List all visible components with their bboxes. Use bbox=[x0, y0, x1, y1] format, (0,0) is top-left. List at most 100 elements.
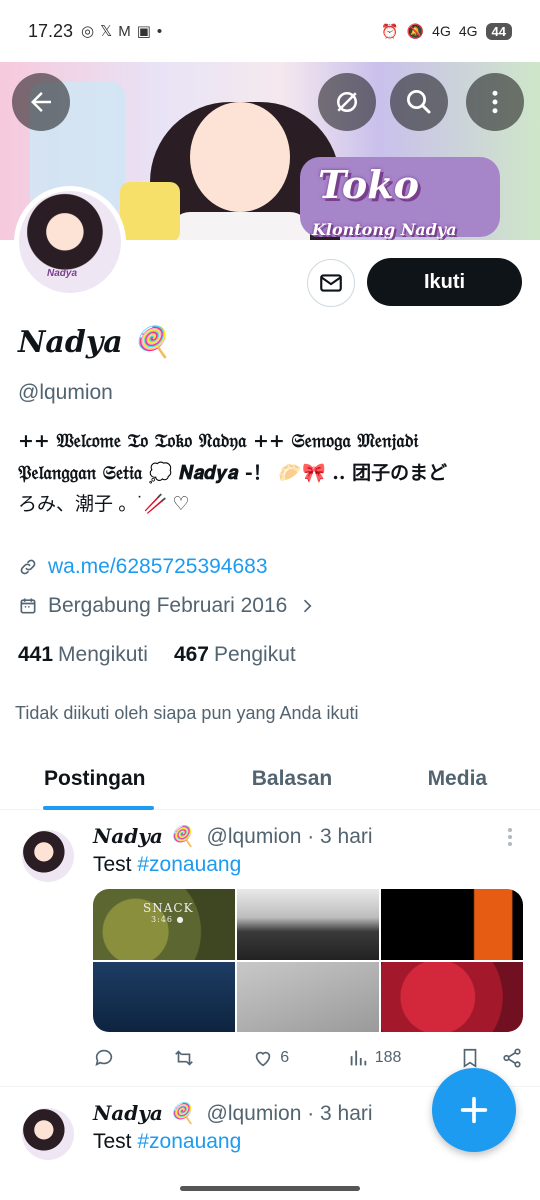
post-2-time: · 3 hari bbox=[307, 1102, 373, 1125]
calendar-icon bbox=[20, 598, 36, 614]
media-kiwi-image[interactable]: SNACK 3:46 ● bbox=[93, 889, 235, 960]
like-count: 6 bbox=[280, 1049, 290, 1066]
tab-replies[interactable]: Balasan bbox=[209, 748, 374, 809]
profile-name: Nadya 🍭 bbox=[18, 325, 171, 360]
post-1-actions: 6 188 bbox=[93, 1047, 523, 1069]
banner-subtitle: Klontong Nadya bbox=[312, 220, 457, 239]
profile-link-row: wa.me/6285725394683 bbox=[18, 555, 268, 579]
views-button[interactable]: 188 bbox=[347, 1047, 402, 1069]
followers-count: 467 bbox=[173, 643, 209, 666]
following-count: 441 bbox=[18, 643, 54, 666]
post-2-handle: @lqumion bbox=[206, 1102, 302, 1125]
battery-indicator: 44 bbox=[485, 22, 512, 40]
status-bar: 17.23 ◎ 𝕏 M ▣ • ⏰ 🔕 4G 4G 44 bbox=[0, 0, 540, 62]
message-button[interactable] bbox=[307, 259, 355, 307]
search-button[interactable] bbox=[390, 73, 448, 131]
avatar-tag: Nadya bbox=[47, 268, 78, 279]
post-2-body: Test bbox=[93, 1130, 132, 1153]
post-1-text: Test #zonauang bbox=[93, 853, 241, 877]
banner-face-illustration bbox=[190, 102, 290, 212]
tab-media-label: Media bbox=[427, 766, 488, 790]
reply-icon bbox=[95, 1049, 113, 1066]
search-icon bbox=[407, 90, 431, 114]
bookmark-icon[interactable] bbox=[459, 1047, 481, 1069]
media-dark-image[interactable] bbox=[381, 889, 523, 960]
joined-date: Bergabung Februari 2016 bbox=[48, 594, 288, 617]
whatsapp-icon: ◎ bbox=[81, 23, 95, 40]
tab-posts-label: Postingan bbox=[44, 766, 146, 790]
more-options-button[interactable] bbox=[466, 73, 524, 131]
profile-bio: ++ 𝔚𝔢𝔩𝔠𝔬𝔪𝔢 𝔗𝔬 𝔗𝔬𝔨𝔬 𝔑𝔞𝔡𝔶𝔞 ++ 𝔖𝔢𝔪𝔬𝔤𝔞 𝔐𝔢𝔫𝔧𝔞… bbox=[18, 425, 523, 521]
follow-button[interactable]: Ikuti bbox=[367, 258, 522, 306]
post-1-handle: @lqumion bbox=[206, 825, 302, 848]
post-1-more-button[interactable] bbox=[508, 828, 514, 849]
envelope-icon bbox=[320, 274, 342, 292]
alarm-icon: ⏰ bbox=[381, 22, 399, 39]
like-button[interactable]: 6 bbox=[252, 1047, 289, 1069]
followers-stat[interactable]: 467 Pengikut bbox=[174, 643, 296, 667]
post-2-header: Nadya 🍭 @lqumion · 3 hari bbox=[93, 1101, 373, 1126]
media-raspberry-image[interactable] bbox=[381, 961, 523, 1032]
follow-stats: 441 Mengikuti 467 Pengikut bbox=[18, 643, 296, 667]
post-2-avatar[interactable] bbox=[22, 1108, 74, 1160]
more-icon bbox=[492, 90, 498, 114]
banner-jar-illustration bbox=[120, 182, 180, 240]
not-followed-note: Tidak diikuti oleh siapa pun yang Anda i… bbox=[15, 703, 359, 723]
signal-1-label: 4G bbox=[432, 23, 451, 39]
bookmark-share-group bbox=[459, 1047, 523, 1069]
retweet-button[interactable] bbox=[173, 1047, 195, 1069]
status-time: 17.23 bbox=[28, 20, 74, 41]
media-overlay-title: SNACK bbox=[143, 901, 194, 915]
link-icon bbox=[20, 559, 36, 575]
home-indicator[interactable] bbox=[180, 1186, 360, 1191]
tab-media[interactable]: Media bbox=[375, 748, 540, 809]
view-count: 188 bbox=[374, 1049, 402, 1066]
plus-icon bbox=[460, 1096, 488, 1124]
mute-button[interactable] bbox=[318, 73, 376, 131]
post-1-avatar[interactable] bbox=[22, 830, 74, 882]
media-sea-image[interactable] bbox=[93, 961, 235, 1032]
gmail-icon: M bbox=[118, 22, 131, 40]
profile-link[interactable]: wa.me/6285725394683 bbox=[48, 555, 268, 579]
signal-2-label: 4G bbox=[458, 23, 478, 39]
profile-joined-row[interactable]: Bergabung Februari 2016 bbox=[18, 594, 317, 618]
back-button[interactable] bbox=[12, 73, 70, 131]
post-1-body: Test bbox=[93, 853, 132, 876]
x-icon: 𝕏 bbox=[100, 23, 113, 40]
post-1-media-grid[interactable]: SNACK 3:46 ● bbox=[93, 889, 523, 1032]
mute-icon bbox=[337, 92, 357, 112]
post-2-hashtag[interactable]: #zonauang bbox=[137, 1130, 241, 1153]
post-2-text: Test #zonauang bbox=[93, 1130, 241, 1154]
post-1-author[interactable]: Nadya 🍭 bbox=[93, 824, 195, 848]
post-1-time: · 3 hari bbox=[307, 825, 373, 848]
compose-button[interactable] bbox=[432, 1068, 516, 1152]
chevron-right-icon bbox=[304, 599, 312, 613]
bio-line-1: ++ 𝔚𝔢𝔩𝔠𝔬𝔪𝔢 𝔗𝔬 𝔗𝔬𝔨𝔬 𝔑𝔞𝔡𝔶𝔞 ++ 𝔖𝔢𝔪𝔬𝔤𝔞 𝔐𝔢𝔫𝔧𝔞… bbox=[18, 430, 419, 452]
media-grey-image[interactable] bbox=[237, 961, 379, 1032]
profile-handle: @lqumion bbox=[18, 381, 113, 404]
share-icon[interactable] bbox=[501, 1047, 523, 1069]
banner-dress-illustration bbox=[170, 212, 310, 240]
followers-label: Pengikut bbox=[213, 643, 296, 666]
tab-posts[interactable]: Postingan bbox=[0, 748, 209, 810]
post-1-hashtag[interactable]: #zonauang bbox=[137, 853, 241, 876]
bio-line-2: 𝔓𝔢𝔩𝔞𝔫𝔤𝔤𝔞𝔫 𝔖𝔢𝔱𝔦𝔞 💭 𝑵𝒂𝒅𝒚𝒂 -！ 🥟🎀 .. 团子のまど bbox=[18, 462, 448, 484]
back-icon bbox=[31, 92, 51, 112]
dot-icon: • bbox=[156, 22, 163, 40]
bio-line-3: ろみ、潮子 。˙🥢 ♡ bbox=[18, 494, 190, 515]
media-sunset-image[interactable] bbox=[237, 889, 379, 960]
active-tab-indicator bbox=[43, 806, 154, 810]
brimo-icon: ▣ bbox=[136, 23, 151, 40]
views-icon bbox=[350, 1050, 366, 1066]
retweet-icon bbox=[174, 1050, 193, 1066]
mute-notification-icon: 🔕 bbox=[406, 22, 425, 39]
profile-tabs: Postingan Balasan Media bbox=[0, 748, 540, 810]
profile-avatar[interactable]: Nadya bbox=[14, 186, 126, 298]
following-stat[interactable]: 441 Mengikuti bbox=[18, 643, 148, 667]
following-label: Mengikuti bbox=[58, 643, 148, 666]
post-2-author[interactable]: Nadya 🍭 bbox=[93, 1101, 195, 1125]
media-overlay-time: 3:46 ● bbox=[151, 915, 185, 924]
post-1-header: Nadya 🍭 @lqumion · 3 hari bbox=[93, 824, 373, 849]
media-overlay: SNACK 3:46 ● bbox=[143, 901, 194, 924]
reply-button[interactable] bbox=[93, 1047, 115, 1069]
